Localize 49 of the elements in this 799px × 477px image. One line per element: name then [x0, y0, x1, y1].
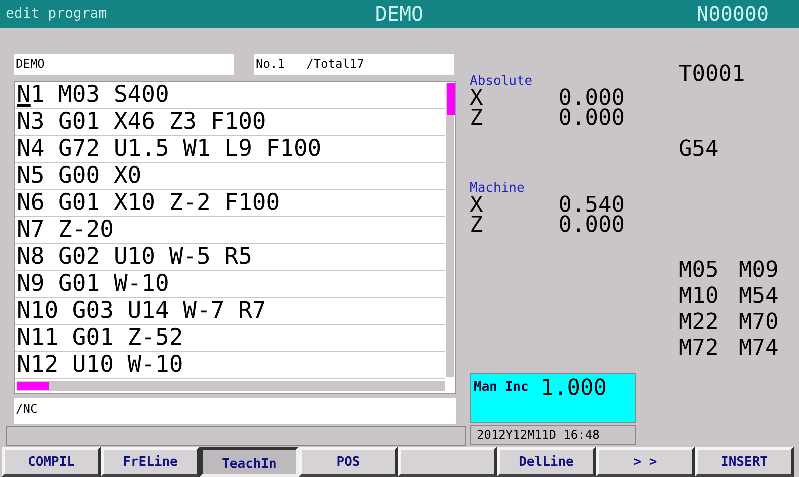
program-line[interactable]: N3 G01 X46 Z3 F100 [15, 109, 445, 136]
position-title: Machine [470, 181, 526, 196]
program-line[interactable]: N9 G01 W-10 [15, 271, 445, 298]
program-line[interactable]: N5 G00 X0 [15, 163, 445, 190]
program-line[interactable]: N11 G01 Z-52 [15, 325, 445, 352]
softkey-button[interactable]: POS [299, 447, 398, 477]
increment-value: 1.000 [540, 376, 608, 401]
m-code: M54 [739, 284, 780, 309]
axis-label: Z [470, 109, 484, 129]
program-line[interactable]: N8 G02 U10 W-5 R5 [15, 244, 445, 271]
program-counter: No.1 /Total17 [254, 54, 454, 75]
screen-mode-title: edit program [6, 6, 108, 22]
m-code: M05 [679, 258, 720, 283]
m-code: M10 [679, 284, 720, 309]
m-code: M22 [679, 310, 720, 335]
horizontal-scrollbar[interactable] [17, 381, 445, 391]
softkey-button[interactable]: DelLine [497, 447, 596, 477]
date-time: 2012Y12M11D 16:48 [470, 425, 636, 445]
position-title: Absolute [470, 74, 534, 89]
axis-label: Z [470, 216, 484, 236]
softkey-button[interactable]: TeachIn [200, 447, 299, 477]
m-code: M72 [679, 336, 720, 361]
work-offset: G54 [679, 137, 720, 162]
vertical-scrollbar[interactable] [446, 83, 454, 377]
program-line[interactable]: N1 M03 S400 [15, 82, 445, 109]
axis-label: X [470, 89, 484, 109]
axis-value: 0.000 [558, 89, 625, 109]
program-line[interactable]: N7 Z-20 [15, 217, 445, 244]
axis-value: 0.540 [558, 196, 625, 216]
softkey-button[interactable]: INSERT [695, 447, 794, 477]
program-line[interactable]: N4 G72 U1.5 W1 L9 F100 [15, 136, 445, 163]
program-name-field: DEMO [14, 54, 234, 75]
softkey-button[interactable]: > > [596, 447, 695, 477]
program-line[interactable]: N10 G03 U14 W-7 R7 [15, 298, 445, 325]
softkey-button[interactable] [398, 447, 497, 477]
m-code: M74 [739, 336, 780, 361]
program-line[interactable]: N6 G01 X10 Z-2 F100 [15, 190, 445, 217]
m-code: M09 [739, 258, 780, 283]
softkey-button[interactable]: COMPIL [2, 447, 101, 477]
axis-label: X [470, 196, 484, 216]
program-line[interactable]: N12 U10 W-10 [15, 352, 445, 379]
softkey-button[interactable]: FrELine [101, 447, 200, 477]
program-title: DEMO [374, 2, 425, 26]
increment-label: Man Inc [474, 379, 529, 397]
axis-value: 0.000 [558, 109, 625, 129]
axis-value: 0.000 [558, 216, 625, 236]
m-code: M70 [739, 310, 780, 335]
block-number: N00000 [696, 2, 770, 26]
tool-number: T0001 [679, 62, 746, 87]
